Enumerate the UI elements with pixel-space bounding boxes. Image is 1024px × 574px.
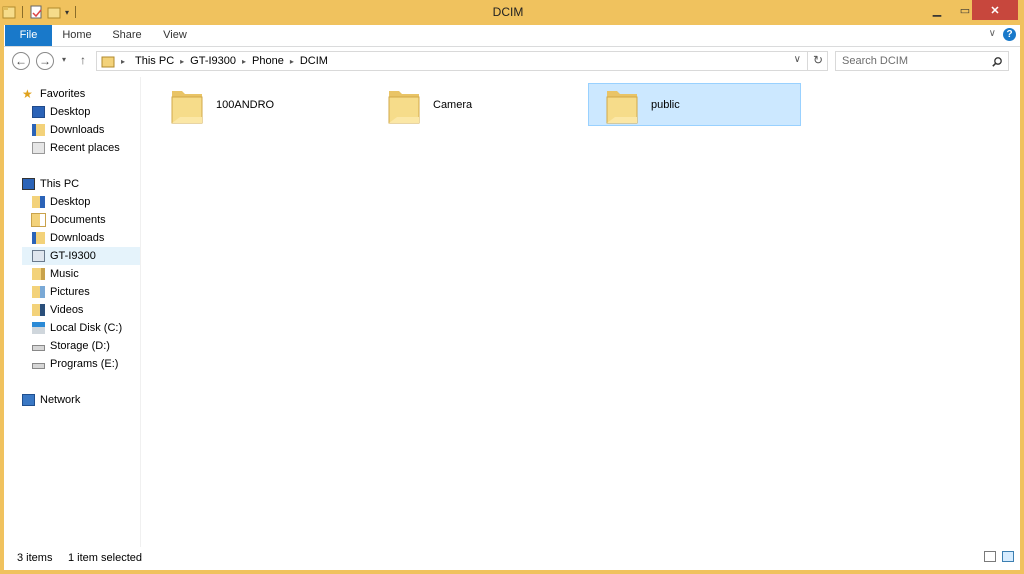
folder-icon <box>171 90 203 123</box>
nav-label: Music <box>50 268 79 280</box>
nav-label: Downloads <box>50 124 105 136</box>
nav-pc-pictures[interactable]: Pictures <box>32 283 90 301</box>
nav-fav-desktop[interactable]: Desktop <box>32 103 90 121</box>
tab-home[interactable]: Home <box>60 25 94 46</box>
status-bar: 3 items 1 item selected <box>4 547 1020 570</box>
refresh-icon[interactable]: ↻ <box>807 51 828 71</box>
nav-label: Favorites <box>40 88 86 100</box>
downloads-icon <box>32 232 45 244</box>
folder-icon <box>388 90 420 123</box>
folder-name: 100ANDRO <box>216 98 275 111</box>
desktop-folder-icon <box>32 196 45 208</box>
up-arrow-icon[interactable]: ↑ <box>80 53 86 67</box>
nav-label: Pictures <box>50 286 90 298</box>
nav-pc-music[interactable]: Music <box>32 265 79 283</box>
breadcrumb-gt-i9300[interactable]: GT-I9300 <box>190 55 236 67</box>
view-switcher <box>984 551 1014 562</box>
item-count: 3 items <box>17 552 53 564</box>
nav-favorites[interactable]: ★ Favorites <box>22 85 85 103</box>
windows-drive-icon <box>32 322 45 334</box>
file-list: 100ANDRO Camera public <box>141 77 1020 547</box>
desktop-icon <box>32 106 45 118</box>
breadcrumb-phone[interactable]: Phone <box>252 55 284 67</box>
chevron-right-icon[interactable]: ▸ <box>180 57 184 66</box>
nav-label: Desktop <box>50 196 91 208</box>
folder-name: public <box>651 98 680 111</box>
navigation-pane: ★ Favorites Desktop Downloads Recent pla… <box>4 77 141 547</box>
folder-icon <box>101 56 115 67</box>
large-icons-view-icon[interactable] <box>1002 551 1014 562</box>
tab-view[interactable]: View <box>159 25 191 46</box>
breadcrumb-dcim[interactable]: DCIM <box>300 55 328 67</box>
help-icon[interactable]: ? <box>1003 28 1016 41</box>
forward-button[interactable]: → <box>36 52 54 70</box>
nav-fav-downloads[interactable]: Downloads <box>32 121 104 139</box>
selection-count: 1 item selected <box>68 552 142 564</box>
tab-file[interactable]: File <box>5 25 52 46</box>
folder-item-public[interactable]: public <box>588 83 801 126</box>
phone-device-icon <box>32 250 45 262</box>
folder-item-camera[interactable]: Camera <box>371 83 584 126</box>
nav-pc-local-disk-c[interactable]: Local Disk (C:) <box>32 319 122 337</box>
chevron-right-icon[interactable]: ▸ <box>242 57 246 66</box>
search-input[interactable]: Search DCIM <box>835 51 1009 71</box>
computer-icon <box>22 178 35 190</box>
nav-pc-gt-i9300[interactable]: GT-I9300 <box>22 247 140 265</box>
nav-pc-desktop[interactable]: Desktop <box>32 193 90 211</box>
nav-this-pc[interactable]: This PC <box>22 175 79 193</box>
recent-places-icon <box>32 142 45 154</box>
nav-label: Desktop <box>50 106 91 118</box>
nav-pc-storage-d[interactable]: Storage (D:) <box>32 337 110 355</box>
documents-icon <box>31 213 46 227</box>
folder-item-100andro[interactable]: 100ANDRO <box>154 83 367 126</box>
nav-pc-documents[interactable]: Documents <box>31 211 106 229</box>
folder-icon <box>606 90 638 123</box>
nav-label: Local Disk (C:) <box>50 322 123 334</box>
breadcrumb-this-pc[interactable]: This PC <box>135 55 174 67</box>
drive-icon <box>32 362 45 369</box>
folder-name: Camera <box>433 98 473 111</box>
search-icon[interactable] <box>992 57 1002 67</box>
nav-label: Recent places <box>50 142 120 154</box>
nav-pc-videos[interactable]: Videos <box>32 301 83 319</box>
back-button[interactable]: ← <box>12 52 30 70</box>
nav-pc-programs-e[interactable]: Programs (E:) <box>32 355 118 373</box>
chevron-right-icon: ▸ <box>121 56 126 66</box>
nav-label: Downloads <box>50 232 105 244</box>
tab-share[interactable]: Share <box>108 25 146 46</box>
chevron-right-icon[interactable]: ▸ <box>290 57 294 66</box>
ribbon-expand-icon[interactable]: ∨ <box>989 28 996 39</box>
address-row: ← → ▾ ↑ ▸ This PC ▸ GT-I9300 ▸ Phone ▸ D… <box>4 47 1020 77</box>
nav-label: GT-I9300 <box>50 250 96 262</box>
network-icon <box>22 394 35 406</box>
details-view-icon[interactable] <box>984 551 996 562</box>
nav-label: Storage (D:) <box>50 340 110 352</box>
nav-pc-downloads[interactable]: Downloads <box>32 229 104 247</box>
nav-network[interactable]: Network <box>22 391 80 409</box>
pictures-icon <box>32 286 45 298</box>
address-bar[interactable]: ▸ This PC ▸ GT-I9300 ▸ Phone ▸ DCIM ∨ ↻ <box>96 51 828 71</box>
music-icon <box>32 268 45 280</box>
recent-locations-icon[interactable]: ▾ <box>62 55 66 64</box>
downloads-icon <box>32 124 45 136</box>
nav-label: Network <box>40 394 81 406</box>
nav-fav-recent[interactable]: Recent places <box>32 139 120 157</box>
videos-icon <box>32 304 45 316</box>
nav-label: Documents <box>50 214 106 226</box>
chevron-down-icon[interactable]: ∨ <box>794 54 801 65</box>
ribbon-tabs: File Home Share View ∨ ? <box>4 25 1020 47</box>
nav-label: Videos <box>50 304 84 316</box>
drive-icon <box>32 344 45 351</box>
explorer-window: File Home Share View ∨ ? ← → ▾ ↑ ▸ This … <box>4 0 1020 570</box>
nav-label: This PC <box>40 178 80 190</box>
nav-label: Programs (E:) <box>50 358 119 370</box>
star-icon: ★ <box>22 87 33 101</box>
